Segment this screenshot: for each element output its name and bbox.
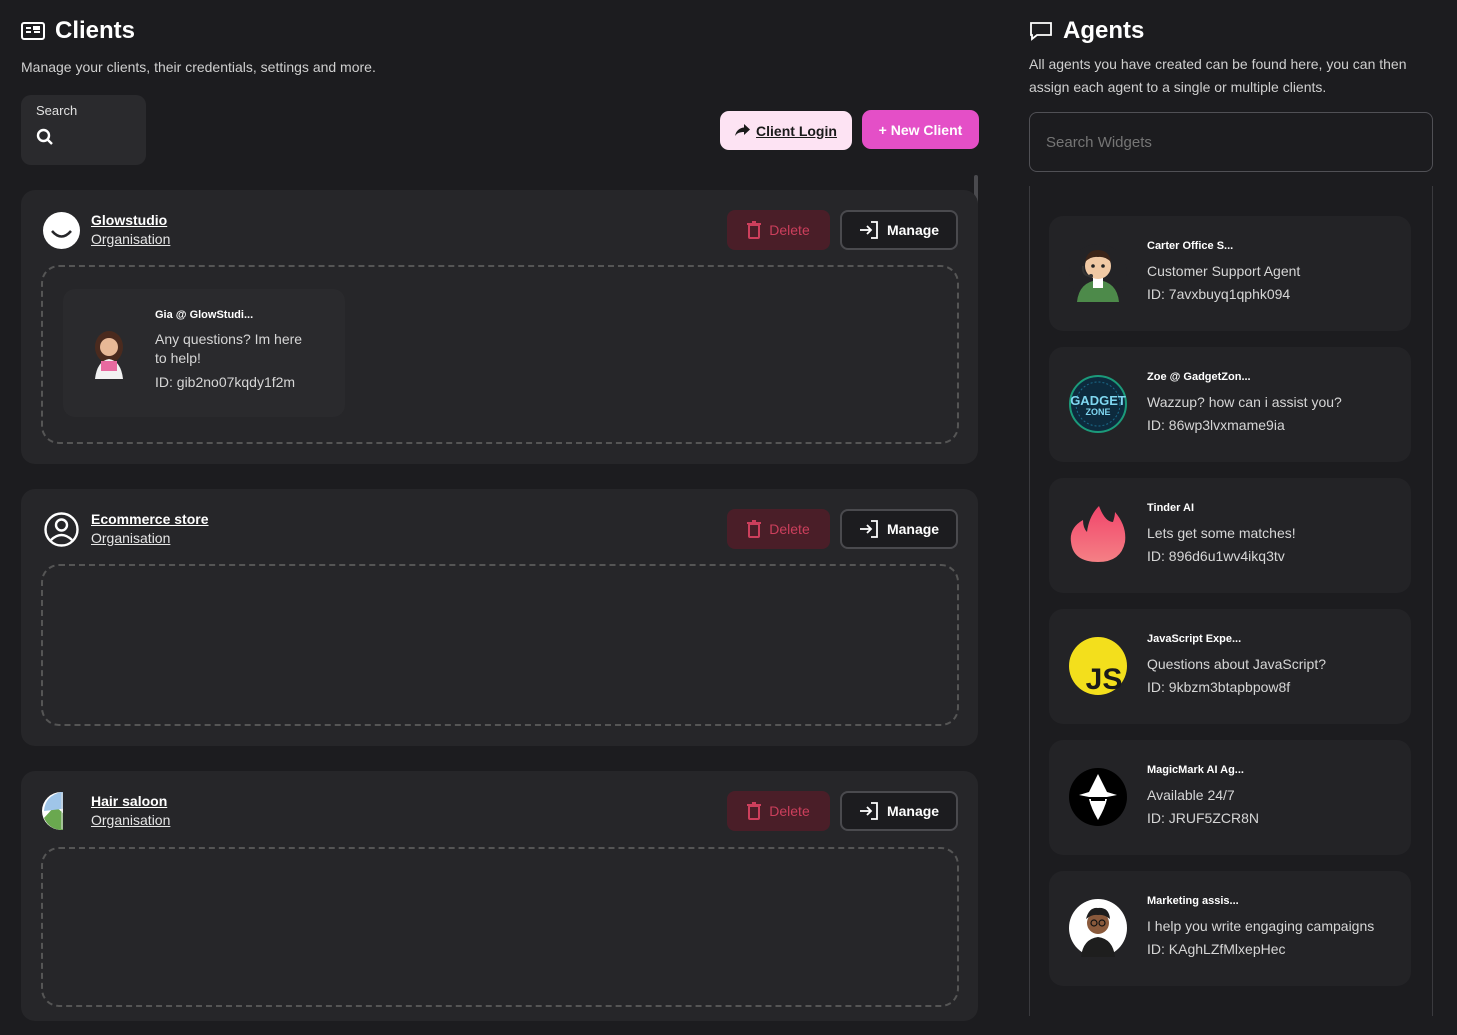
agent-name: Gia @ GlowStudi... <box>155 309 254 321</box>
agent-description-line2: to help! <box>155 350 201 366</box>
agent-id: ID: 7avxbuyq1qphk094 <box>1147 286 1291 302</box>
clients-title: Clients <box>55 17 136 44</box>
manage-label: Manage <box>886 222 940 238</box>
agent-name: Tinder AI <box>1147 502 1195 514</box>
avatar-text-js: JS <box>1086 663 1123 695</box>
login-icon <box>859 221 878 239</box>
agent-card[interactable]: GADGET ZONE Zoe @ GadgetZon... Wazzup? h… <box>1049 347 1411 462</box>
trash-icon <box>747 221 762 239</box>
client-agents-dropzone[interactable] <box>41 564 959 726</box>
delete-button[interactable]: Delete <box>727 210 830 250</box>
delete-button[interactable]: Delete <box>727 791 830 831</box>
wizard-icon <box>1069 768 1127 831</box>
user-circle-icon <box>43 511 80 553</box>
agent-id: ID: 896d6u1wv4ikq3tv <box>1147 548 1285 564</box>
client-name[interactable]: Ecommerce store <box>91 511 209 527</box>
manage-label: Manage <box>886 803 940 819</box>
share-arrow-icon <box>735 124 751 136</box>
trash-icon <box>747 802 762 820</box>
agent-name: Carter Office S... <box>1147 240 1234 252</box>
client-search[interactable]: Search <box>21 95 146 165</box>
agent-name: Marketing assis... <box>1147 895 1239 907</box>
gadget-zone-avatar: GADGET ZONE <box>1069 375 1127 438</box>
clients-subtitle: Manage your clients, their credentials, … <box>21 59 376 75</box>
delete-label: Delete <box>769 803 810 819</box>
new-client-button[interactable]: + New Client <box>862 110 979 149</box>
marketing-agent-avatar <box>1069 899 1127 962</box>
client-avatar <box>43 212 80 254</box>
chat-bubble-icon <box>1030 22 1052 41</box>
broken-image-icon <box>41 791 81 836</box>
agent-description: Customer Support Agent <box>1147 263 1301 279</box>
login-icon <box>859 520 878 538</box>
client-card: Hair saloon Organisation Delete Manage <box>21 771 978 1021</box>
client-agents-dropzone[interactable]: Gia @ GlowStudi... Any questions? Im her… <box>41 265 959 444</box>
agents-subtitle-line2: assign each agent to a single or multipl… <box>1029 79 1327 95</box>
manage-button[interactable]: Manage <box>840 210 958 250</box>
agent-description: Lets get some matches! <box>1147 525 1296 541</box>
id-card-icon <box>21 22 45 40</box>
agent-description: Wazzup? how can i assist you? <box>1147 394 1342 410</box>
agent-id: ID: gib2no07kqdy1f2m <box>155 374 296 390</box>
agent-id: ID: KAghLZfMlxepHec <box>1147 941 1286 957</box>
agent-card[interactable]: Marketing assis... I help you write enga… <box>1049 871 1411 986</box>
client-card: Glowstudio Organisation Delete Manage Gi… <box>21 190 978 464</box>
agents-subtitle: All agents you have created can be found… <box>1029 53 1407 99</box>
delete-button[interactable]: Delete <box>727 509 830 549</box>
support-agent-avatar <box>1069 244 1127 307</box>
trash-icon <box>747 520 762 538</box>
agent-card[interactable]: MagicMark AI Ag... Available 24/7 ID: JR… <box>1049 740 1411 855</box>
search-icon[interactable] <box>36 128 54 146</box>
agent-description: Available 24/7 <box>1147 787 1235 803</box>
client-login-label: Client Login <box>756 122 837 139</box>
manage-button[interactable]: Manage <box>840 791 958 831</box>
manage-button[interactable]: Manage <box>840 509 958 549</box>
client-card: Ecommerce store Organisation Delete Mana… <box>21 489 978 746</box>
client-name[interactable]: Glowstudio <box>91 212 170 228</box>
tinder-flame-icon <box>1069 504 1127 569</box>
assigned-agent-card[interactable]: Gia @ GlowStudi... Any questions? Im her… <box>63 289 345 417</box>
client-type[interactable]: Organisation <box>91 231 170 247</box>
agent-id: ID: JRUF5ZCR8N <box>1147 810 1260 826</box>
agents-title: Agents <box>1063 17 1145 44</box>
client-name[interactable]: Hair saloon <box>91 793 170 809</box>
agent-id: ID: 9kbzm3btapbpow8f <box>1147 679 1291 695</box>
agents-header: Agents <box>1029 17 1144 45</box>
javascript-logo-icon: JS <box>1069 637 1127 700</box>
avatar-text-gadget: GADGET <box>1070 393 1126 408</box>
agent-card[interactable]: Tinder AI Lets get some matches! ID: 896… <box>1049 478 1411 593</box>
manage-label: Manage <box>886 521 940 537</box>
delete-label: Delete <box>769 521 810 537</box>
agent-description-line1: Any questions? Im here <box>155 331 303 347</box>
agent-id: ID: 86wp3lvxmame9ia <box>1147 417 1285 433</box>
agent-name: JavaScript Expe... <box>1147 633 1242 645</box>
agent-name: Zoe @ GadgetZon... <box>1147 371 1251 383</box>
delete-label: Delete <box>769 222 810 238</box>
agent-avatar <box>87 327 131 384</box>
agent-card[interactable]: JS JavaScript Expe... Questions about Ja… <box>1049 609 1411 724</box>
agent-name: MagicMark AI Ag... <box>1147 764 1244 776</box>
clients-header: Clients <box>21 17 135 45</box>
avatar-text-zone: ZONE <box>1085 407 1110 417</box>
agent-card[interactable]: Carter Office S... Customer Support Agen… <box>1049 216 1411 331</box>
search-label: Search <box>36 103 78 118</box>
agent-description: I help you write engaging campaigns <box>1147 918 1375 934</box>
login-icon <box>859 802 878 820</box>
client-agents-dropzone[interactable] <box>41 847 959 1007</box>
client-login-button[interactable]: Client Login <box>720 111 852 150</box>
search-widgets-input[interactable] <box>1029 112 1433 172</box>
client-type[interactable]: Organisation <box>91 812 170 828</box>
client-type[interactable]: Organisation <box>91 530 209 546</box>
agent-description: Questions about JavaScript? <box>1147 656 1326 672</box>
agents-subtitle-line1: All agents you have created can be found… <box>1029 56 1407 72</box>
